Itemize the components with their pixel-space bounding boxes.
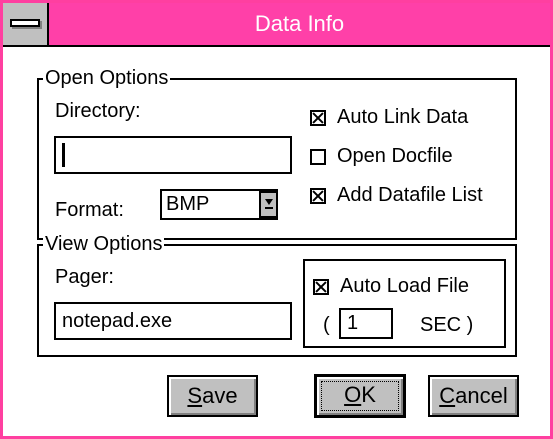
auto-load-box <box>303 259 506 348</box>
checkbox-checked-icon <box>310 109 326 126</box>
save-button[interactable]: Save <box>167 375 258 417</box>
title-bar: Data Info <box>3 3 550 47</box>
format-label: Format: <box>55 199 124 221</box>
ok-button[interactable]: OK <box>314 374 406 418</box>
open-docfile-checkbox[interactable]: Open Docfile <box>310 145 453 168</box>
interval-input[interactable]: 1 <box>339 308 393 339</box>
add-datafile-list-checkbox[interactable]: Add Datafile List <box>310 184 483 207</box>
cancel-button[interactable]: Cancel <box>428 375 519 417</box>
window-title: Data Info <box>254 11 345 36</box>
directory-label: Directory: <box>55 100 141 122</box>
directory-input[interactable] <box>54 136 292 174</box>
checkbox-checked-icon <box>313 278 329 295</box>
pager-input[interactable]: notepad.exe <box>54 302 292 340</box>
interval-unit-label: SEC ) <box>420 314 474 336</box>
text-caret <box>62 143 65 167</box>
checkbox-unchecked-icon <box>310 148 326 165</box>
checkbox-checked-icon <box>310 187 326 204</box>
format-value: BMP <box>166 193 210 215</box>
dialog-window: Data Info Open Options Directory: Format… <box>0 0 553 439</box>
view-options-legend: View Options <box>43 233 165 255</box>
system-menu-button[interactable] <box>3 3 49 45</box>
open-options-legend: Open Options <box>43 67 171 89</box>
auto-load-file-checkbox[interactable]: Auto Load File <box>313 275 469 298</box>
format-dropdown-button[interactable] <box>259 191 278 218</box>
interval-paren-open: ( <box>323 314 330 336</box>
pager-label: Pager: <box>55 266 114 288</box>
minus-bar-icon <box>10 19 40 27</box>
arrow-down-icon <box>265 199 273 205</box>
auto-link-data-checkbox[interactable]: Auto Link Data <box>310 106 468 129</box>
